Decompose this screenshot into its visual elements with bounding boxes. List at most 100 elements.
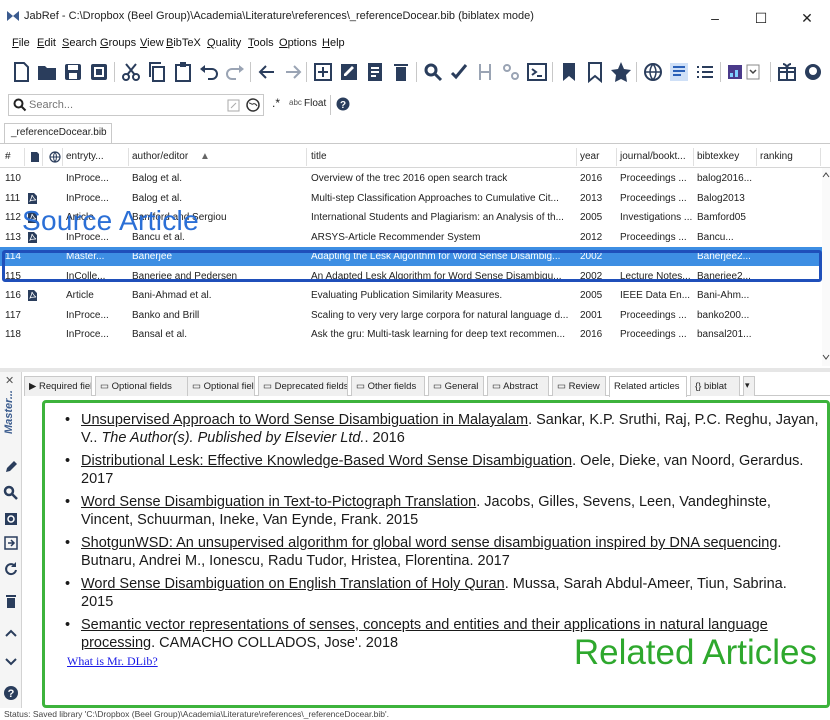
help-icon[interactable]: ? <box>336 97 350 111</box>
paste-icon[interactable] <box>170 59 196 85</box>
tab-biblatex-source[interactable]: {} biblat <box>690 376 740 396</box>
table-row[interactable]: 110 InProce... Balog et al. Overview of the… <box>0 169 822 188</box>
minimize-button[interactable]: – <box>692 4 738 32</box>
table-row[interactable]: 117 InProce... Banko and Brill Scaling to v… <box>0 306 822 325</box>
close-button[interactable]: ✕ <box>784 4 830 32</box>
menu-search[interactable]: Search <box>62 37 97 49</box>
file-column-icon[interactable] <box>30 151 40 163</box>
menu-search-rest: earch <box>69 37 97 49</box>
table-row[interactable]: 118 InProce... Bansal et al. Ask the gru: M… <box>0 325 822 344</box>
tab-related-articles[interactable]: Related articles <box>609 376 687 397</box>
search-entry-icon[interactable] <box>420 59 446 85</box>
fetch-icon[interactable] <box>3 511 19 527</box>
pdf-file-icon[interactable] <box>27 289 38 302</box>
related-article-authors: . Mussa, Sarah Abdul-Ameer, Tiun, Sabrin… <box>504 576 787 592</box>
split-pane-divider[interactable] <box>0 368 830 372</box>
menu-quality[interactable]: Quality <box>207 37 241 49</box>
pdf-file-icon[interactable] <box>27 192 38 205</box>
menu-view[interactable]: View <box>140 37 164 49</box>
cell-num: 110 <box>5 173 21 184</box>
merge-icon[interactable] <box>472 59 498 85</box>
case-sensitive-toggle[interactable]: abc <box>289 98 302 107</box>
col-author[interactable]: author/editor <box>132 151 188 162</box>
float-toggle[interactable]: Float <box>304 98 326 109</box>
menu-bibtex[interactable]: BibTeX <box>166 37 201 49</box>
web-search-icon[interactable] <box>640 59 666 85</box>
col-title[interactable]: title <box>311 151 327 162</box>
edit-pencil-icon[interactable] <box>3 459 19 475</box>
github-icon[interactable] <box>800 59 826 85</box>
cut-icon[interactable] <box>118 59 144 85</box>
save-all-icon[interactable] <box>86 59 112 85</box>
tabs-overflow-icon[interactable]: ▾ <box>743 376 755 396</box>
col-ranking[interactable]: ranking <box>760 151 793 162</box>
menu-options[interactable]: Options <box>279 37 317 49</box>
mark-entry-icon[interactable] <box>556 59 582 85</box>
related-article-title-link[interactable]: Word Sense Disambiguation on English Tra… <box>81 576 505 592</box>
table-row[interactable]: 116 Article Bani-Ahmad et al. Evaluating Pu… <box>0 286 822 305</box>
menu-help[interactable]: Help <box>322 37 345 49</box>
open-library-icon[interactable] <box>34 59 60 85</box>
donate-icon[interactable] <box>774 59 800 85</box>
col-entrytype[interactable]: entryty... <box>66 151 104 162</box>
related-article-title-link[interactable]: Distributional Lesk: Effective Knowledge… <box>81 453 572 469</box>
redo-icon[interactable] <box>222 59 248 85</box>
related-article-title-link[interactable]: Word Sense Disambiguation in Text-to-Pic… <box>81 494 476 510</box>
delete-icon[interactable] <box>3 593 19 609</box>
undo-icon[interactable] <box>196 59 222 85</box>
edit-entry-icon[interactable] <box>362 59 388 85</box>
copy-icon[interactable] <box>144 59 170 85</box>
tab-optional-fields-2[interactable]: ▭ Optional fields 2 <box>187 376 255 396</box>
lookup-icon[interactable] <box>3 485 19 501</box>
tab-required-fields[interactable]: ▶ Required fields <box>24 376 92 396</box>
col-number[interactable]: # <box>5 151 11 162</box>
search-input[interactable] <box>29 97 229 113</box>
duplicate-icon[interactable] <box>498 59 524 85</box>
tab-general[interactable]: ▭ General <box>428 376 484 396</box>
related-article-title-link[interactable]: ShotgunWSD: An unsupervised algorithm fo… <box>81 535 777 551</box>
what-is-mr-dlib-link[interactable]: What is Mr. DLib? <box>67 654 158 669</box>
next-entry-icon[interactable] <box>3 653 19 669</box>
star-icon[interactable] <box>608 59 634 85</box>
cleanup-icon[interactable] <box>446 59 472 85</box>
clear-search-icon[interactable] <box>227 99 240 112</box>
library-tab[interactable]: _referenceDocear.bib <box>4 123 112 143</box>
tab-deprecated-fields[interactable]: ▭ Deprecated fields <box>258 376 348 396</box>
menu-tools[interactable]: Tools <box>248 37 274 49</box>
tab-other-fields[interactable]: ▭ Other fields <box>351 376 425 396</box>
new-library-icon[interactable] <box>8 59 34 85</box>
dropdown-arrow-icon[interactable] <box>744 59 770 85</box>
save-icon[interactable] <box>60 59 86 85</box>
menu-groups[interactable]: Groups <box>100 37 136 49</box>
table-scrollbar[interactable] <box>822 168 830 366</box>
forward-icon[interactable] <box>280 59 306 85</box>
new-entry-from-text-icon[interactable] <box>336 59 362 85</box>
regex-toggle[interactable]: .* <box>272 96 280 110</box>
related-article-title-link[interactable]: Unsupervised Approach to Word Sense Disa… <box>81 412 528 428</box>
bullet-icon: • <box>65 535 71 551</box>
help-circle-icon[interactable]: ? <box>3 685 19 701</box>
tab-abstract[interactable]: ▭ Abstract <box>487 376 549 396</box>
groups-toggle-icon[interactable] <box>692 59 718 85</box>
new-entry-icon[interactable] <box>310 59 336 85</box>
refresh-icon[interactable] <box>3 561 19 577</box>
close-editor-icon[interactable]: ✕ <box>5 374 14 387</box>
entry-editor-toggle-icon[interactable] <box>666 59 692 85</box>
previous-entry-icon[interactable] <box>3 625 19 641</box>
back-icon[interactable] <box>254 59 280 85</box>
col-bibtexkey[interactable]: bibtexkey <box>697 151 739 162</box>
maximize-button[interactable]: ☐ <box>738 4 784 32</box>
col-journal[interactable]: journal/bookt... <box>620 151 686 162</box>
menu-edit[interactable]: Edit <box>37 37 56 49</box>
tab-review[interactable]: ▭ Review <box>552 376 606 396</box>
unmark-entry-icon[interactable] <box>582 59 608 85</box>
push-to-application-icon[interactable] <box>524 59 550 85</box>
col-year[interactable]: year <box>580 151 599 162</box>
global-search-icon[interactable] <box>246 98 260 112</box>
delete-entry-icon[interactable] <box>388 59 414 85</box>
import-icon[interactable] <box>3 535 19 551</box>
scroll-up-icon[interactable] <box>822 172 830 178</box>
url-column-icon[interactable] <box>49 151 61 163</box>
scroll-down-icon[interactable] <box>822 354 830 360</box>
menu-file[interactable]: File <box>12 37 30 49</box>
